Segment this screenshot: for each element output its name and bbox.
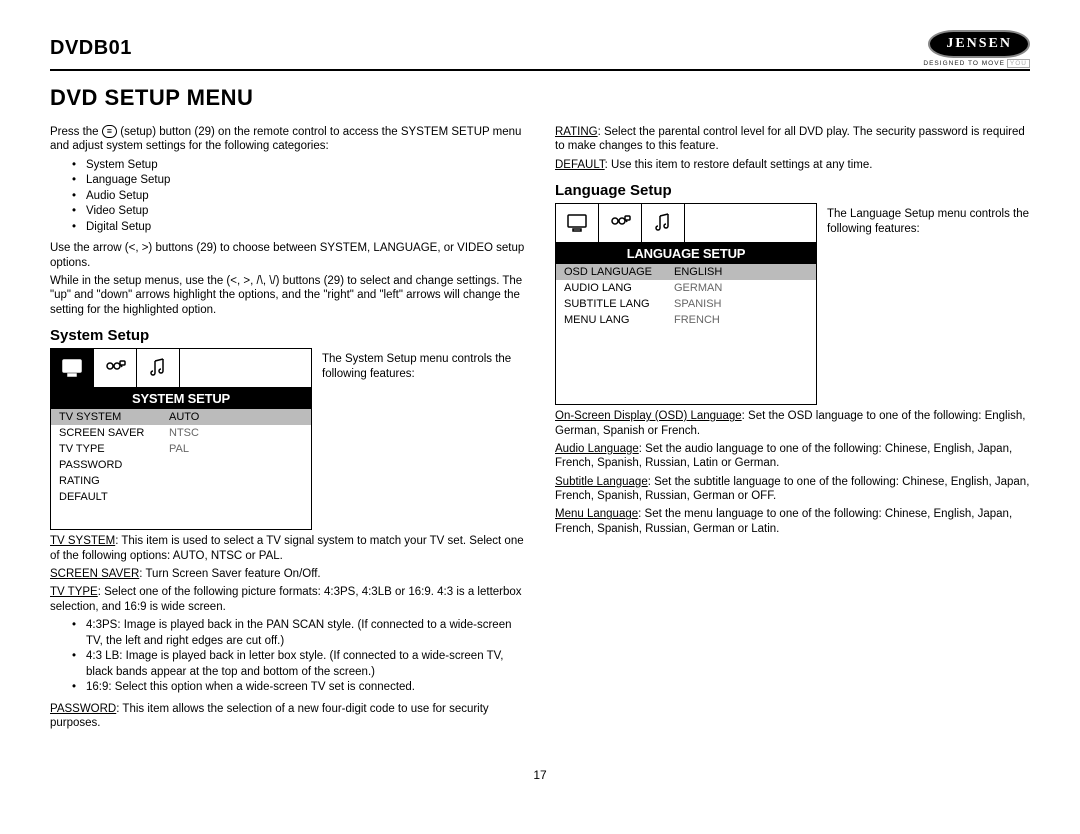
- rating-desc: RATING: Select the parental control leve…: [555, 125, 1030, 154]
- list-item: System Setup: [86, 158, 525, 174]
- menu-item: DEFAULT: [51, 489, 311, 505]
- menu-lang-desc: Menu Language: Set the menu language to …: [555, 507, 1030, 536]
- arrow-instructions-1: Use the arrow (<, >) buttons (29) to cho…: [50, 241, 525, 270]
- tv-type-desc: TV TYPE: Select one of the following pic…: [50, 585, 525, 614]
- right-column: RATING: Select the parental control leve…: [555, 121, 1030, 734]
- language-setup-menu: LANGUAGE SETUP OSD LANGUAGEENGLISH AUDIO…: [555, 203, 817, 405]
- password-desc: PASSWORD: This item allows the selection…: [50, 702, 525, 731]
- language-tab-icon: [94, 349, 137, 387]
- brand-tagline: DESIGNED TO MOVEYOU: [923, 60, 1030, 67]
- screen-saver-desc: SCREEN SAVER: Turn Screen Saver feature …: [50, 567, 525, 581]
- menu-item: SCREEN SAVERNTSC: [51, 425, 311, 441]
- menu-item: PASSWORD: [51, 457, 311, 473]
- menu-title: SYSTEM SETUP: [51, 388, 311, 409]
- menu-item: AUDIO LANGGERMAN: [556, 280, 816, 296]
- setup-button-icon: ≡: [102, 125, 117, 138]
- audio-tab-icon: [642, 204, 685, 242]
- system-setup-menu: SYSTEM SETUP TV SYSTEMAUTO SCREEN SAVERN…: [50, 348, 312, 530]
- arrow-instructions-2: While in the setup menus, use the (<, >,…: [50, 274, 525, 317]
- page-header: DVDB01 JENSEN DESIGNED TO MOVEYOU: [50, 30, 1030, 71]
- list-item: 16:9: Select this option when a wide-scr…: [86, 680, 525, 696]
- brand-logo: JENSEN DESIGNED TO MOVEYOU: [923, 30, 1030, 67]
- list-item: Digital Setup: [86, 220, 525, 236]
- audio-tab-icon: [137, 349, 180, 387]
- list-item: 4:3PS: Image is played back in the PAN S…: [86, 618, 525, 649]
- audio-lang-desc: Audio Language: Set the audio language t…: [555, 442, 1030, 471]
- category-list: System Setup Language Setup Audio Setup …: [50, 158, 525, 236]
- left-column: Press the ≡ (setup) button (29) on the r…: [50, 121, 525, 734]
- intro-text: Press the ≡ (setup) button (29) on the r…: [50, 125, 525, 154]
- system-setup-note: The System Setup menu controls the follo…: [322, 348, 525, 382]
- tv-system-desc: TV SYSTEM: This item is used to select a…: [50, 534, 525, 563]
- system-setup-heading: System Setup: [50, 327, 525, 344]
- menu-title: LANGUAGE SETUP: [556, 243, 816, 264]
- menu-item: MENU LANGFRENCH: [556, 312, 816, 328]
- osd-lang-desc: On-Screen Display (OSD) Language: Set th…: [555, 409, 1030, 438]
- default-desc: DEFAULT: Use this item to restore defaul…: [555, 158, 1030, 172]
- language-tab-icon: [599, 204, 642, 242]
- language-setup-heading: Language Setup: [555, 182, 1030, 199]
- list-item: Audio Setup: [86, 189, 525, 205]
- list-item: Video Setup: [86, 204, 525, 220]
- list-item: Language Setup: [86, 173, 525, 189]
- brand-name: JENSEN: [928, 30, 1030, 58]
- system-tab-icon: [51, 349, 94, 387]
- list-item: 4:3 LB: Image is played back in letter b…: [86, 649, 525, 680]
- menu-item: TV TYPEPAL: [51, 441, 311, 457]
- menu-item: RATING: [51, 473, 311, 489]
- subtitle-lang-desc: Subtitle Language: Set the subtitle lang…: [555, 475, 1030, 504]
- system-tab-icon: [556, 204, 599, 242]
- page-number: 17: [0, 768, 1080, 782]
- menu-item: SUBTITLE LANGSPANISH: [556, 296, 816, 312]
- language-setup-note: The Language Setup menu controls the fol…: [827, 203, 1030, 237]
- tv-type-options: 4:3PS: Image is played back in the PAN S…: [50, 618, 525, 696]
- model-number: DVDB01: [50, 37, 132, 60]
- page-title: DVD SETUP MENU: [50, 85, 1030, 111]
- menu-item: OSD LANGUAGEENGLISH: [556, 264, 816, 280]
- menu-item: TV SYSTEMAUTO: [51, 409, 311, 425]
